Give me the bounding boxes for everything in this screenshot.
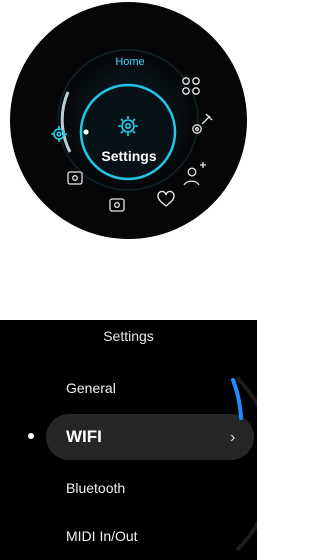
list-item-wifi[interactable]: WIFI: [66, 427, 102, 447]
selection-indicator-dot: [28, 433, 34, 439]
user-add-icon[interactable]: [183, 162, 206, 186]
fader-icon[interactable]: [109, 198, 125, 212]
home-tab[interactable]: Home: [92, 56, 168, 68]
home-dial: Home Settings: [10, 2, 247, 239]
heart-icon[interactable]: [157, 190, 175, 207]
scrollbar-thumb[interactable]: [231, 378, 243, 420]
list-item-bluetooth[interactable]: Bluetooth: [66, 480, 125, 496]
list-item-midi[interactable]: MIDI In/Out: [66, 528, 138, 544]
scrollbar[interactable]: [227, 320, 257, 560]
selector-dot: [83, 129, 89, 135]
home-dial-graphics: [51, 49, 213, 212]
list-item-general[interactable]: General: [66, 380, 116, 396]
device-icon[interactable]: [67, 171, 83, 185]
settings-list-title: Settings: [103, 328, 154, 344]
settings-list-screen: Settings General WIFI › Bluetooth MIDI I…: [0, 320, 257, 560]
center-label[interactable]: Settings: [88, 148, 170, 164]
